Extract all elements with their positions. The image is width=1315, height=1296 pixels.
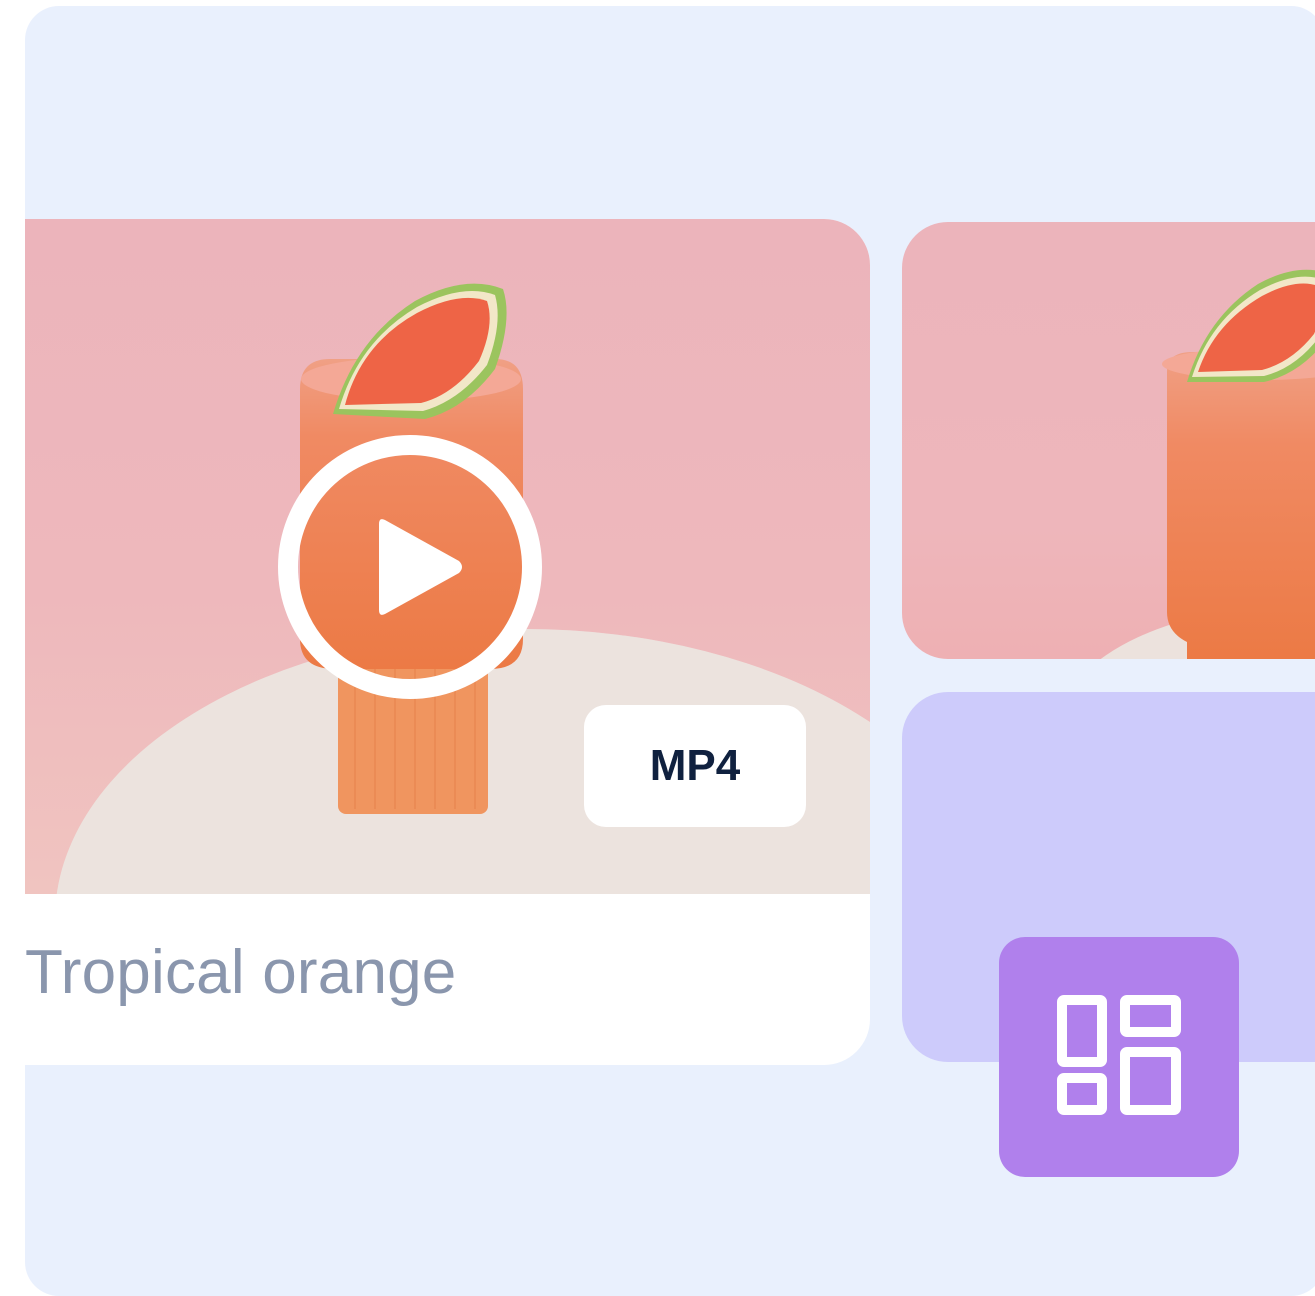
format-badge: MP4 xyxy=(584,705,806,827)
video-thumbnail[interactable]: MP4 xyxy=(25,219,870,894)
card-title: Tropical orange xyxy=(25,938,457,1007)
layout-button[interactable] xyxy=(999,937,1239,1177)
video-card[interactable]: MP4 Tropical orange xyxy=(25,219,870,1065)
play-circle-icon[interactable] xyxy=(277,434,543,700)
layout-grid-icon xyxy=(1057,995,1181,1115)
drink-photo-secondary xyxy=(1100,269,1315,659)
secondary-thumbnail-card[interactable] xyxy=(902,222,1315,659)
format-badge-label: MP4 xyxy=(649,741,741,790)
